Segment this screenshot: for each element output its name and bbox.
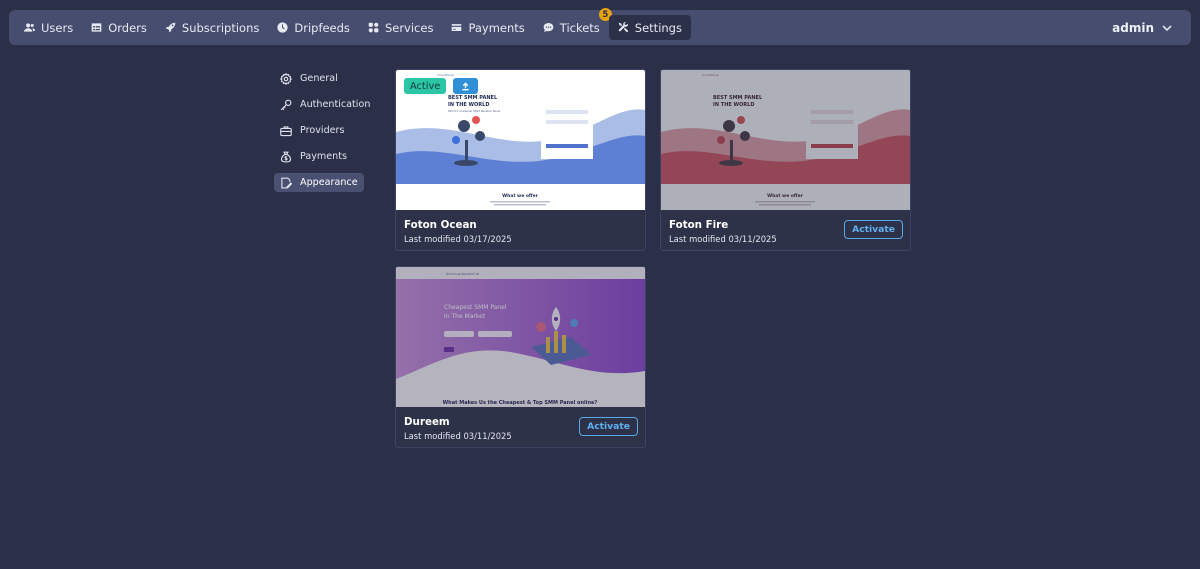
theme-preview[interactable]: demo.propanel.io Cheapest SMM Panel In T… bbox=[396, 267, 645, 407]
side-item-appearance[interactable]: Appearance bbox=[274, 173, 364, 192]
side-item-authentication[interactable]: Authentication bbox=[274, 95, 371, 114]
side-item-general[interactable]: General bbox=[274, 69, 369, 88]
top-navigation: Users Orders Subscriptions Dripfeeds Ser… bbox=[9, 8, 1191, 45]
side-item-label: Payments bbox=[300, 151, 347, 162]
preview-brand: SmartPanel bbox=[437, 73, 454, 77]
nav-orders[interactable]: Orders bbox=[82, 15, 156, 40]
preview-headline-1: BEST SMM PANEL bbox=[448, 95, 498, 101]
nav-dripfeeds[interactable]: Dripfeeds bbox=[268, 15, 359, 40]
users-icon bbox=[24, 23, 35, 32]
chevron-down-icon bbox=[1162, 24, 1172, 31]
chat-icon bbox=[543, 23, 554, 32]
rocket-icon bbox=[165, 22, 176, 33]
side-item-providers[interactable]: Providers bbox=[274, 121, 369, 140]
theme-preview[interactable]: SmartPanel BEST SMM PANEL IN THE WORLD W… bbox=[661, 70, 910, 210]
nav-payments[interactable]: Payments bbox=[442, 15, 533, 40]
upload-icon bbox=[462, 81, 469, 90]
side-item-label: Authentication bbox=[300, 99, 371, 110]
side-item-label: General bbox=[300, 73, 338, 84]
grid-icon bbox=[368, 22, 379, 33]
active-status-badge: Active bbox=[404, 78, 447, 94]
inactive-overlay bbox=[396, 267, 645, 407]
theme-modified-date: Last modified 03/17/2025 bbox=[404, 234, 512, 244]
nav-services[interactable]: Services bbox=[359, 15, 443, 40]
nav-label: Services bbox=[384, 20, 434, 35]
preview-tagline: World's Cheapest SMM Reseller Panel bbox=[448, 109, 501, 113]
nav-settings[interactable]: Settings bbox=[608, 15, 691, 40]
upload-button[interactable] bbox=[453, 78, 478, 94]
theme-card-dureem: demo.propanel.io Cheapest SMM Panel In T… bbox=[395, 266, 646, 448]
theme-card-foton-ocean: SmartPanel BEST SMM PANEL IN THE WORLD W… bbox=[395, 69, 646, 251]
nav-label: Dripfeeds bbox=[294, 20, 350, 35]
activate-button[interactable]: Activate bbox=[579, 417, 638, 436]
theme-preview[interactable]: SmartPanel BEST SMM PANEL IN THE WORLD W… bbox=[396, 70, 645, 210]
user-menu[interactable]: admin bbox=[1112, 21, 1185, 35]
settings-side-menu: General Authentication Providers Payment… bbox=[274, 69, 371, 199]
nav-label: Orders bbox=[108, 20, 147, 35]
side-item-label: Providers bbox=[300, 125, 345, 136]
nav-subscriptions[interactable]: Subscriptions bbox=[156, 15, 268, 40]
table-icon bbox=[91, 23, 102, 32]
money-bag-icon bbox=[280, 151, 292, 162]
theme-info: Foton Fire Last modified 03/11/2025 Acti… bbox=[661, 210, 910, 250]
tools-icon bbox=[618, 22, 629, 33]
nav-users[interactable]: Users bbox=[15, 15, 82, 40]
clock-icon bbox=[277, 22, 289, 33]
theme-info: Dureem Last modified 03/11/2025 Activate bbox=[396, 407, 645, 447]
briefcase-icon bbox=[280, 125, 292, 136]
nav-label: Settings bbox=[634, 20, 682, 35]
username: admin bbox=[1112, 20, 1154, 35]
gear-icon bbox=[280, 72, 292, 85]
wallet-icon bbox=[452, 24, 462, 31]
nav-label: Users bbox=[41, 20, 74, 35]
side-item-label: Appearance bbox=[300, 177, 358, 188]
nav-label: Payments bbox=[468, 20, 525, 35]
theme-name: Foton Ocean bbox=[404, 219, 477, 231]
nav-label: Tickets bbox=[559, 20, 600, 35]
inactive-overlay bbox=[661, 70, 910, 210]
side-item-payments[interactable]: Payments bbox=[274, 147, 369, 166]
theme-info: Foton Ocean Last modified 03/17/2025 bbox=[396, 210, 645, 250]
activate-button[interactable]: Activate bbox=[844, 220, 903, 239]
edit-document-icon bbox=[281, 177, 292, 188]
nav-label: Subscriptions bbox=[181, 20, 260, 35]
nav-tickets[interactable]: Tickets 5 bbox=[534, 8, 612, 40]
preview-headline-2: IN THE WORLD bbox=[448, 102, 490, 108]
preview-section-heading: What we offer bbox=[502, 193, 538, 199]
key-icon bbox=[280, 99, 292, 110]
theme-card-foton-fire: SmartPanel BEST SMM PANEL IN THE WORLD W… bbox=[660, 69, 911, 251]
